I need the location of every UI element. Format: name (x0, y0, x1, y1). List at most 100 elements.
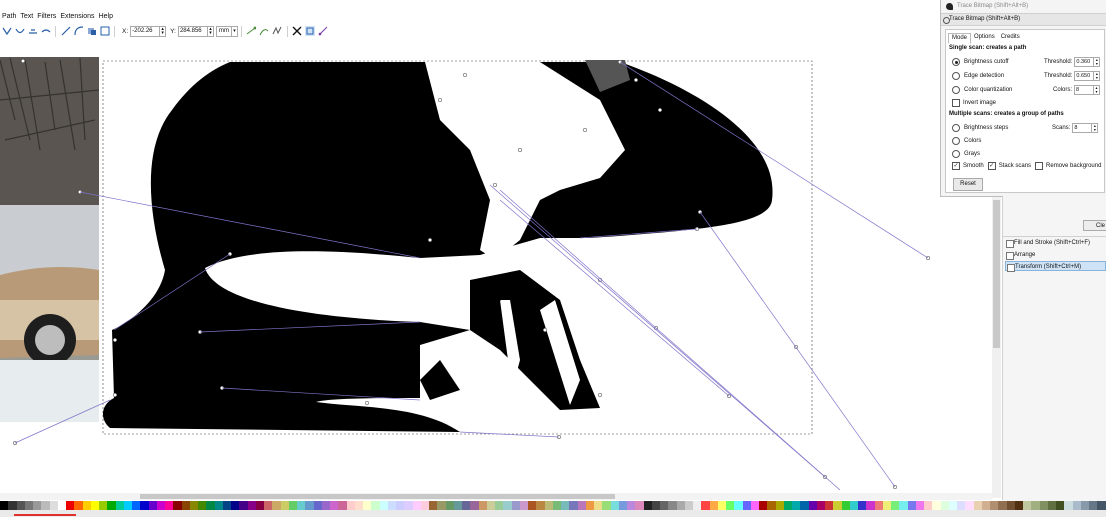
canvas-horizontal-scrollbar[interactable] (0, 493, 992, 500)
node-auto-icon[interactable] (41, 26, 51, 36)
palette-swatch[interactable] (132, 501, 141, 510)
node-symmetric-icon[interactable] (28, 26, 38, 36)
palette-swatch[interactable] (338, 501, 347, 510)
palette-swatch[interactable] (866, 501, 875, 510)
palette-swatch[interactable] (148, 501, 157, 510)
palette-swatch[interactable] (618, 501, 627, 510)
palette-swatch[interactable] (874, 501, 883, 510)
palette-swatch[interactable] (379, 501, 388, 510)
brightness-steps-option[interactable]: Brightness steps (952, 123, 1008, 133)
palette-swatch[interactable] (841, 501, 850, 510)
brightness-steps-radio[interactable] (952, 124, 960, 132)
palette-swatch[interactable] (24, 501, 33, 510)
palette-swatch[interactable] (684, 501, 693, 510)
palette-swatch[interactable] (1097, 501, 1106, 510)
show-handles-icon[interactable] (246, 26, 257, 36)
palette-swatch[interactable] (396, 501, 405, 510)
palette-swatch[interactable] (231, 501, 240, 510)
palette-swatch[interactable] (536, 501, 545, 510)
palette-swatch[interactable] (998, 501, 1007, 510)
palette-swatch[interactable] (66, 501, 75, 510)
palette-swatch[interactable] (701, 501, 710, 510)
palette-swatch[interactable] (57, 501, 66, 510)
palette-swatch[interactable] (660, 501, 669, 510)
unit-dropdown-icon[interactable]: ▾ (231, 25, 238, 37)
palette-swatch[interactable] (305, 501, 314, 510)
palette-swatch[interactable] (651, 501, 660, 510)
smooth-checkbox[interactable]: ✓ (952, 162, 960, 170)
palette-swatch[interactable] (924, 501, 933, 510)
palette-swatch[interactable] (239, 501, 248, 510)
palette-swatch[interactable] (643, 501, 652, 510)
colors-scan-radio[interactable] (952, 137, 960, 145)
palette-swatch[interactable] (33, 501, 42, 510)
remove-background-checkbox[interactable] (1035, 162, 1044, 170)
palette-swatch[interactable] (214, 501, 223, 510)
palette-swatch[interactable] (1023, 501, 1032, 510)
palette-swatch[interactable] (1014, 501, 1023, 510)
brightness-threshold-spin[interactable]: ▴ ▾ (1094, 57, 1101, 67)
palette-swatch[interactable] (247, 501, 256, 510)
palette-swatch[interactable] (750, 501, 759, 510)
palette-swatch[interactable] (1031, 501, 1040, 510)
grays-radio[interactable] (952, 150, 960, 158)
palette-swatch[interactable] (1047, 501, 1056, 510)
palette-swatch[interactable] (668, 501, 677, 510)
palette-swatch[interactable] (709, 501, 718, 510)
menu-extensions[interactable]: Extensions (58, 11, 96, 23)
edit-clip-icon[interactable] (318, 26, 328, 36)
palette-swatch[interactable] (99, 501, 108, 510)
menu-path[interactable]: Path (0, 11, 18, 23)
palette-swatch[interactable] (511, 501, 520, 510)
palette-swatch[interactable] (602, 501, 611, 510)
brightness-threshold-input[interactable]: 0.360 (1074, 57, 1095, 67)
tab-mode[interactable]: Mode (948, 33, 972, 44)
palette-swatch[interactable] (503, 501, 512, 510)
segment-curve-icon[interactable] (73, 26, 84, 36)
palette-swatch[interactable] (1064, 501, 1073, 510)
palette-swatch[interactable] (965, 501, 974, 510)
palette-swatch[interactable] (387, 501, 396, 510)
palette-swatch[interactable] (412, 501, 421, 510)
palette-swatch[interactable] (222, 501, 231, 510)
palette-swatch[interactable] (0, 501, 9, 510)
palette-swatch[interactable] (627, 501, 636, 510)
palette-swatch[interactable] (313, 501, 322, 510)
y-coordinate-input[interactable]: 284.856 (177, 25, 208, 37)
palette-swatch[interactable] (321, 501, 330, 510)
palette-swatch[interactable] (552, 501, 561, 510)
palette-swatch[interactable] (1056, 501, 1065, 510)
palette-swatch[interactable] (90, 501, 99, 510)
y-spin-button[interactable]: ▴ ▾ (207, 25, 214, 37)
palette-swatch[interactable] (544, 501, 553, 510)
palette-swatch[interactable] (915, 501, 924, 510)
palette-swatch[interactable] (8, 501, 17, 510)
palette-swatch[interactable] (107, 501, 116, 510)
palette-swatch[interactable] (759, 501, 768, 510)
menu-filters[interactable]: Filters (35, 11, 58, 23)
palette-swatch[interactable] (41, 501, 50, 510)
palette-swatch[interactable] (264, 501, 273, 510)
colors-spin[interactable]: ▴ ▾ (1094, 85, 1101, 95)
palette-swatch[interactable] (198, 501, 207, 510)
palette-swatch[interactable] (495, 501, 504, 510)
invert-image-option[interactable]: Invert image (952, 98, 996, 108)
palette-swatch[interactable] (973, 501, 982, 510)
invert-image-checkbox[interactable] (952, 99, 960, 107)
x-coordinate-input[interactable]: -202.26 (130, 25, 161, 37)
palette-swatch[interactable] (816, 501, 825, 510)
palette-swatch[interactable] (363, 501, 372, 510)
palette-swatch[interactable] (907, 501, 916, 510)
palette-swatch[interactable] (206, 501, 215, 510)
palette-swatch[interactable] (882, 501, 891, 510)
palette-swatch[interactable] (1072, 501, 1081, 510)
stack-scans-checkbox[interactable]: ✓ (987, 162, 996, 170)
scans-input[interactable]: 8 (1072, 123, 1093, 133)
menu-help[interactable]: Help (97, 11, 115, 23)
palette-swatch[interactable] (775, 501, 784, 510)
palette-swatch[interactable] (940, 501, 949, 510)
palette-swatch[interactable] (561, 501, 570, 510)
palette-swatch[interactable] (346, 501, 355, 510)
path-effect-icon[interactable] (272, 26, 282, 36)
x-spin-button[interactable]: ▴ ▾ (160, 25, 167, 37)
